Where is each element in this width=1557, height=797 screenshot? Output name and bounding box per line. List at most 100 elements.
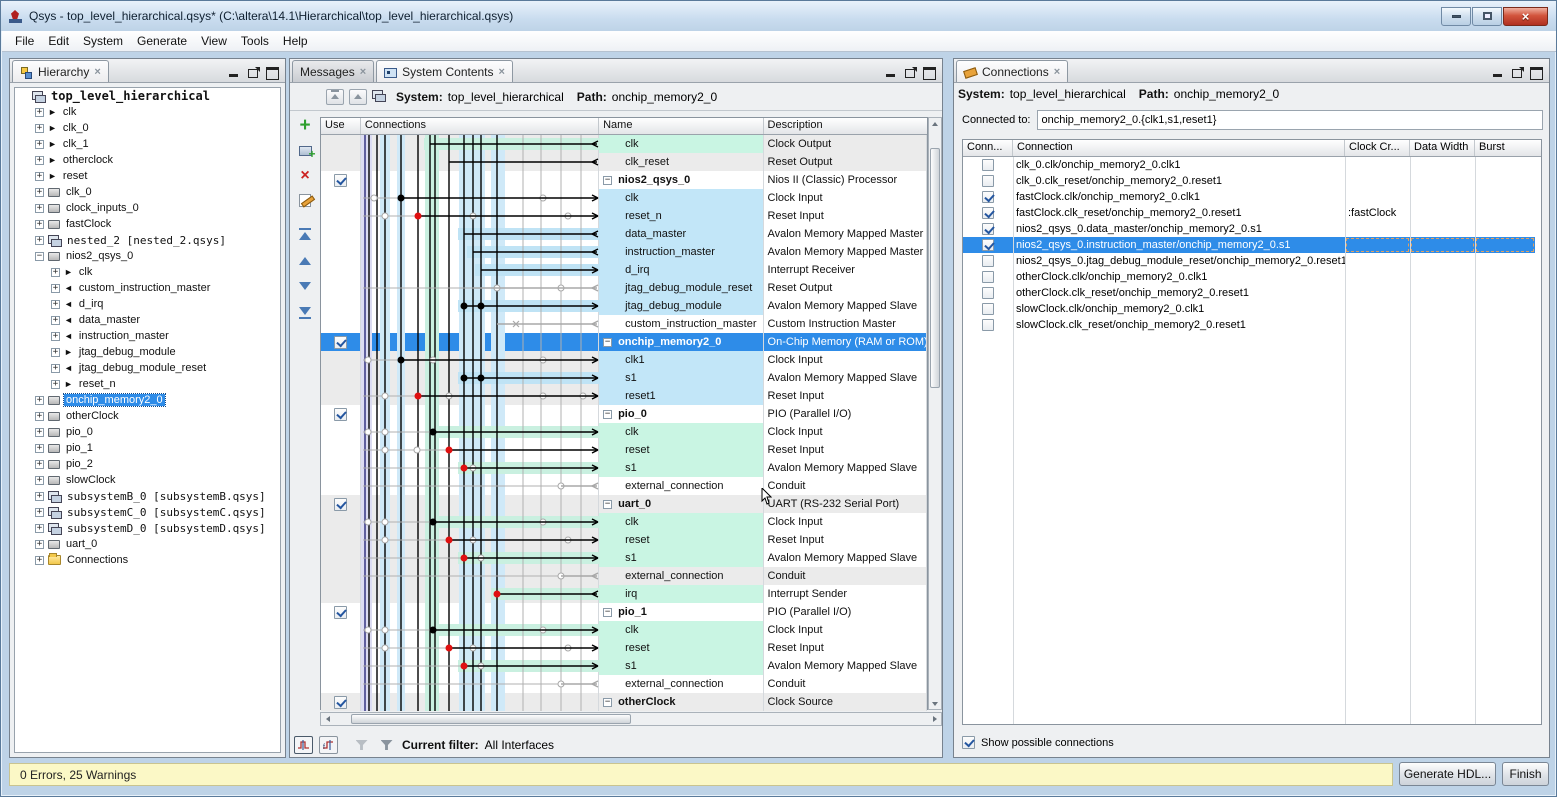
tree-item-onchip-memory2-0[interactable]: +onchip_memory2_0 — [15, 392, 280, 408]
connection-checkbox[interactable] — [982, 175, 994, 187]
tree-item-clk-0[interactable]: +►clk_0 — [15, 120, 280, 136]
tree-item-clk[interactable]: +►clk — [15, 264, 280, 280]
tree-item-clk-0[interactable]: +clk_0 — [15, 184, 280, 200]
use-checkbox[interactable] — [334, 696, 347, 709]
table-row-uart_0[interactable]: −uart_0UART (RS-232 Serial Port) — [321, 495, 927, 513]
show-clock-view-button[interactable] — [294, 736, 313, 754]
tree-item-pio-1[interactable]: +pio_1 — [15, 440, 280, 456]
tree-item-d-irq[interactable]: +◄d_irq — [15, 296, 280, 312]
connection-row[interactable]: nios2_qsys_0.jtag_debug_module_reset/onc… — [963, 253, 1541, 269]
collapse-icon[interactable]: − — [603, 500, 612, 509]
tree-expander-icon[interactable]: + — [51, 364, 60, 373]
use-checkbox[interactable] — [334, 174, 347, 187]
panel-float-button[interactable] — [904, 67, 917, 78]
table-row-reset[interactable]: resetReset Input — [321, 531, 927, 549]
tree-item-subsystemc-0-subsystemc-qsys-[interactable]: +subsystemC_0 [subsystemC.qsys] — [15, 504, 280, 520]
tree-item-reset[interactable]: +►reset — [15, 168, 280, 184]
tree-expander-icon[interactable]: + — [35, 108, 44, 117]
connection-checkbox[interactable] — [982, 303, 994, 315]
tree-expander-icon[interactable]: + — [35, 220, 44, 229]
scroll-right-button[interactable] — [929, 714, 940, 724]
tree-expander-icon[interactable]: + — [35, 444, 44, 453]
horizontal-scroll-thumb[interactable] — [351, 714, 631, 724]
connection-row[interactable]: otherClock.clk_reset/onchip_memory2_0.re… — [963, 285, 1541, 301]
table-row-reset1[interactable]: reset1Reset Input — [321, 387, 927, 405]
scroll-down-button[interactable] — [930, 698, 940, 709]
collapse-icon[interactable]: − — [603, 338, 612, 347]
tree-expander-icon[interactable]: + — [51, 284, 60, 293]
table-row-nios2_qsys_0[interactable]: −nios2_qsys_0Nios II (Classic) Processor — [321, 171, 927, 189]
finish-button[interactable]: Finish — [1502, 762, 1549, 786]
tree-item-subsystemb-0-subsystemb-qsys-[interactable]: +subsystemB_0 [subsystemB.qsys] — [15, 488, 280, 504]
connections-tab-close-icon[interactable]: × — [1054, 66, 1060, 78]
tree-expander-icon[interactable]: + — [35, 236, 44, 245]
tab-system-contents[interactable]: System Contents × — [376, 60, 513, 82]
table-row-irq[interactable]: irqInterrupt Sender — [321, 585, 927, 603]
tree-item-clk-1[interactable]: +►clk_1 — [15, 136, 280, 152]
tree-expander-icon[interactable]: + — [35, 524, 44, 533]
table-row-custom_instruction_master[interactable]: custom_instruction_masterCustom Instruct… — [321, 315, 927, 333]
tree-item-jtag-debug-module[interactable]: +►jtag_debug_module — [15, 344, 280, 360]
tree-item-custom-instruction-master[interactable]: +◄custom_instruction_master — [15, 280, 280, 296]
panel-float-button[interactable] — [247, 67, 260, 78]
tree-expander-icon[interactable]: + — [35, 476, 44, 485]
use-checkbox[interactable] — [334, 336, 347, 349]
panel-float-button[interactable] — [1511, 67, 1524, 78]
contents-vertical-scrollbar[interactable] — [928, 117, 942, 710]
table-row-jtag_debug_module[interactable]: jtag_debug_moduleAvalon Memory Mapped Sl… — [321, 297, 927, 315]
move-to-parent-button[interactable] — [326, 89, 344, 105]
menu-system[interactable]: System — [76, 32, 130, 50]
connection-checkbox[interactable] — [982, 191, 994, 203]
use-checkbox[interactable] — [334, 606, 347, 619]
tree-item-top-level-hierarchical[interactable]: top_level_hierarchical — [15, 88, 280, 104]
add-connection-button[interactable] — [297, 142, 314, 159]
table-row-pio_0[interactable]: −pio_0PIO (Parallel I/O) — [321, 405, 927, 423]
column-header-connections[interactable]: Connections — [361, 118, 599, 134]
table-row-clk[interactable]: clkClock Output — [321, 135, 927, 153]
connection-row[interactable]: otherClock.clk/onchip_memory2_0.clk1 — [963, 269, 1541, 285]
column-header-name[interactable]: Name — [599, 118, 763, 134]
tree-expander-icon[interactable]: + — [35, 156, 44, 165]
connection-checkbox[interactable] — [982, 239, 994, 251]
menu-help[interactable]: Help — [276, 32, 315, 50]
move-up-system-button[interactable] — [349, 89, 367, 105]
tree-item-data-master[interactable]: +◄data_master — [15, 312, 280, 328]
tree-item-nios2-qsys-0[interactable]: −nios2_qsys_0 — [15, 248, 280, 264]
tree-item-fastclock[interactable]: +fastClock — [15, 216, 280, 232]
column-header-connection[interactable]: Connection — [1013, 140, 1345, 156]
panel-maximize-button[interactable] — [923, 67, 936, 78]
panel-maximize-button[interactable] — [266, 67, 279, 78]
tree-item-pio-2[interactable]: +pio_2 — [15, 456, 280, 472]
table-row-d_irq[interactable]: d_irqInterrupt Receiver — [321, 261, 927, 279]
connection-checkbox[interactable] — [982, 319, 994, 331]
move-down-button[interactable] — [297, 277, 314, 294]
restore-button[interactable] — [1472, 7, 1502, 26]
tree-expander-icon[interactable]: + — [35, 428, 44, 437]
tree-item-pio-0[interactable]: +pio_0 — [15, 424, 280, 440]
connection-row[interactable]: slowClock.clk/onchip_memory2_0.clk1 — [963, 301, 1541, 317]
tree-item-subsystemd-0-subsystemd-qsys-[interactable]: +subsystemD_0 [subsystemD.qsys] — [15, 520, 280, 536]
panel-minimize-button[interactable] — [228, 67, 241, 78]
connection-checkbox[interactable] — [982, 159, 994, 171]
tree-item-otherclock[interactable]: +otherClock — [15, 408, 280, 424]
scroll-left-button[interactable] — [322, 714, 333, 724]
table-row-clk_reset[interactable]: clk_resetReset Output — [321, 153, 927, 171]
tree-expander-icon[interactable]: + — [35, 460, 44, 469]
connection-row[interactable]: nios2_qsys_0.instruction_master/onchip_m… — [963, 237, 1541, 253]
filter-button[interactable] — [352, 736, 371, 754]
menu-view[interactable]: View — [194, 32, 234, 50]
minimize-button[interactable] — [1441, 7, 1471, 26]
use-checkbox[interactable] — [334, 408, 347, 421]
tree-expander-icon[interactable]: + — [35, 204, 44, 213]
move-up-button[interactable] — [297, 252, 314, 269]
tree-item-instruction-master[interactable]: +◄instruction_master — [15, 328, 280, 344]
column-header-clock-crossing[interactable]: Clock Cr... — [1345, 140, 1410, 156]
table-row-reset[interactable]: resetReset Input — [321, 441, 927, 459]
tree-item-slowclock[interactable]: +slowClock — [15, 472, 280, 488]
tree-item-uart-0[interactable]: +uart_0 — [15, 536, 280, 552]
table-row-clk[interactable]: clkClock Input — [321, 423, 927, 441]
table-row-pio_1[interactable]: −pio_1PIO (Parallel I/O) — [321, 603, 927, 621]
connection-checkbox[interactable] — [982, 287, 994, 299]
tree-expander-icon[interactable]: + — [51, 316, 60, 325]
tree-item-nested-2-nested-2-qsys-[interactable]: +nested_2 [nested_2.qsys] — [15, 232, 280, 248]
